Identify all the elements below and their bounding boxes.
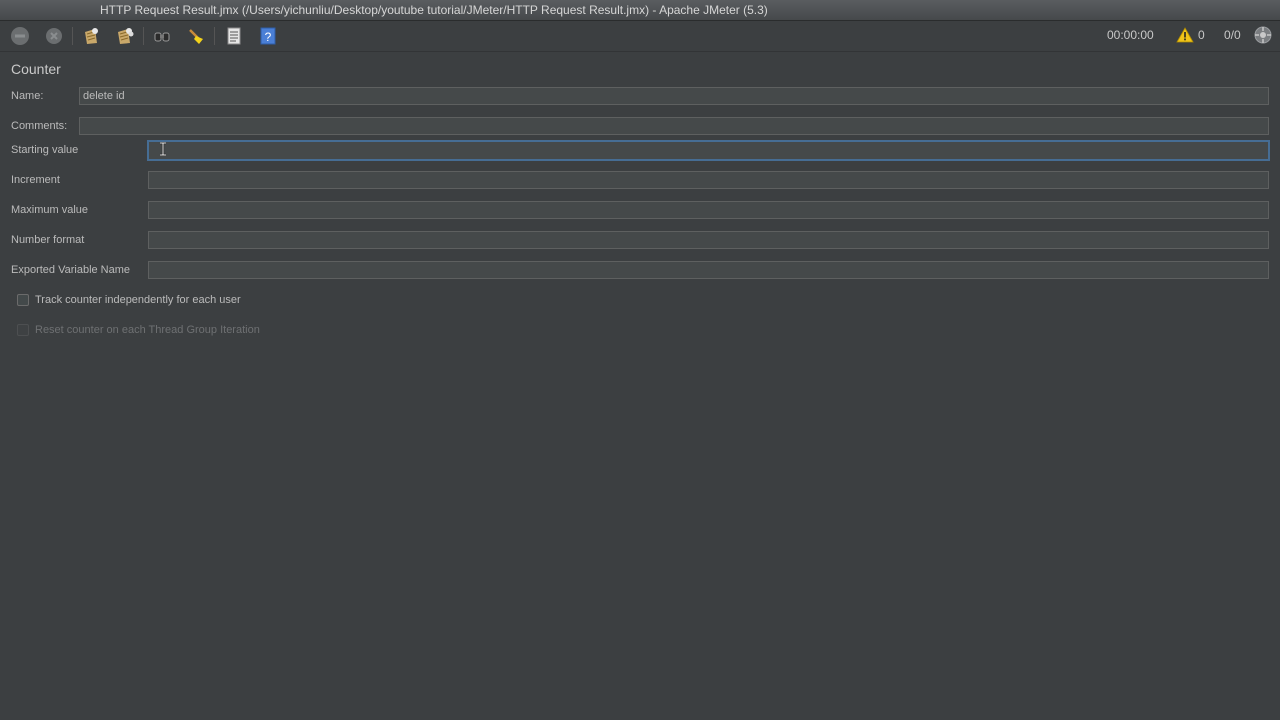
window-title: HTTP Request Result.jmx (/Users/yichunli… bbox=[100, 3, 768, 17]
running-status-icon bbox=[1254, 26, 1272, 49]
maximum-value-field[interactable] bbox=[148, 201, 1269, 219]
help-icon[interactable]: ? bbox=[258, 26, 278, 46]
window-titlebar: HTTP Request Result.jmx (/Users/yichunli… bbox=[0, 0, 1280, 21]
warning-count: 0 bbox=[1198, 28, 1205, 42]
track-counter-label: Track counter independently for each use… bbox=[35, 294, 241, 306]
increment-field[interactable] bbox=[148, 171, 1269, 189]
maximum-value-label: Maximum value bbox=[11, 204, 89, 216]
function-helper-icon[interactable] bbox=[224, 26, 244, 46]
reset-counter-checkbox[interactable] bbox=[17, 324, 29, 336]
reset-counter-label: Reset counter on each Thread Group Itera… bbox=[35, 324, 260, 336]
comments-label: Comments: bbox=[11, 120, 68, 132]
name-field[interactable] bbox=[79, 87, 1269, 105]
thread-count: 0/0 bbox=[1224, 28, 1241, 42]
svg-text:?: ? bbox=[265, 30, 272, 44]
track-counter-checkbox[interactable] bbox=[17, 294, 29, 306]
number-format-label: Number format bbox=[11, 234, 85, 246]
search-icon[interactable] bbox=[152, 26, 172, 46]
starting-value-label: Starting value bbox=[11, 144, 79, 156]
elapsed-time: 00:00:00 bbox=[1107, 28, 1154, 42]
text-cursor-icon bbox=[158, 141, 168, 157]
exported-variable-label: Exported Variable Name bbox=[11, 264, 131, 276]
starting-value-field[interactable] bbox=[147, 140, 1270, 161]
clear-all-icon[interactable] bbox=[115, 26, 135, 46]
exported-variable-field[interactable] bbox=[148, 261, 1269, 279]
comments-field[interactable] bbox=[79, 117, 1269, 135]
toolbar: ? 00:00:00 0 0/0 bbox=[0, 21, 1280, 52]
number-format-field[interactable] bbox=[148, 231, 1269, 249]
panel-title: Counter bbox=[11, 61, 61, 77]
stop-icon[interactable] bbox=[10, 26, 30, 46]
warning-icon[interactable] bbox=[1176, 27, 1194, 48]
clear-icon[interactable] bbox=[81, 26, 101, 46]
name-label: Name: bbox=[11, 90, 44, 102]
increment-label: Increment bbox=[11, 174, 60, 186]
reset-search-icon[interactable] bbox=[186, 26, 206, 46]
shutdown-icon[interactable] bbox=[44, 26, 64, 46]
